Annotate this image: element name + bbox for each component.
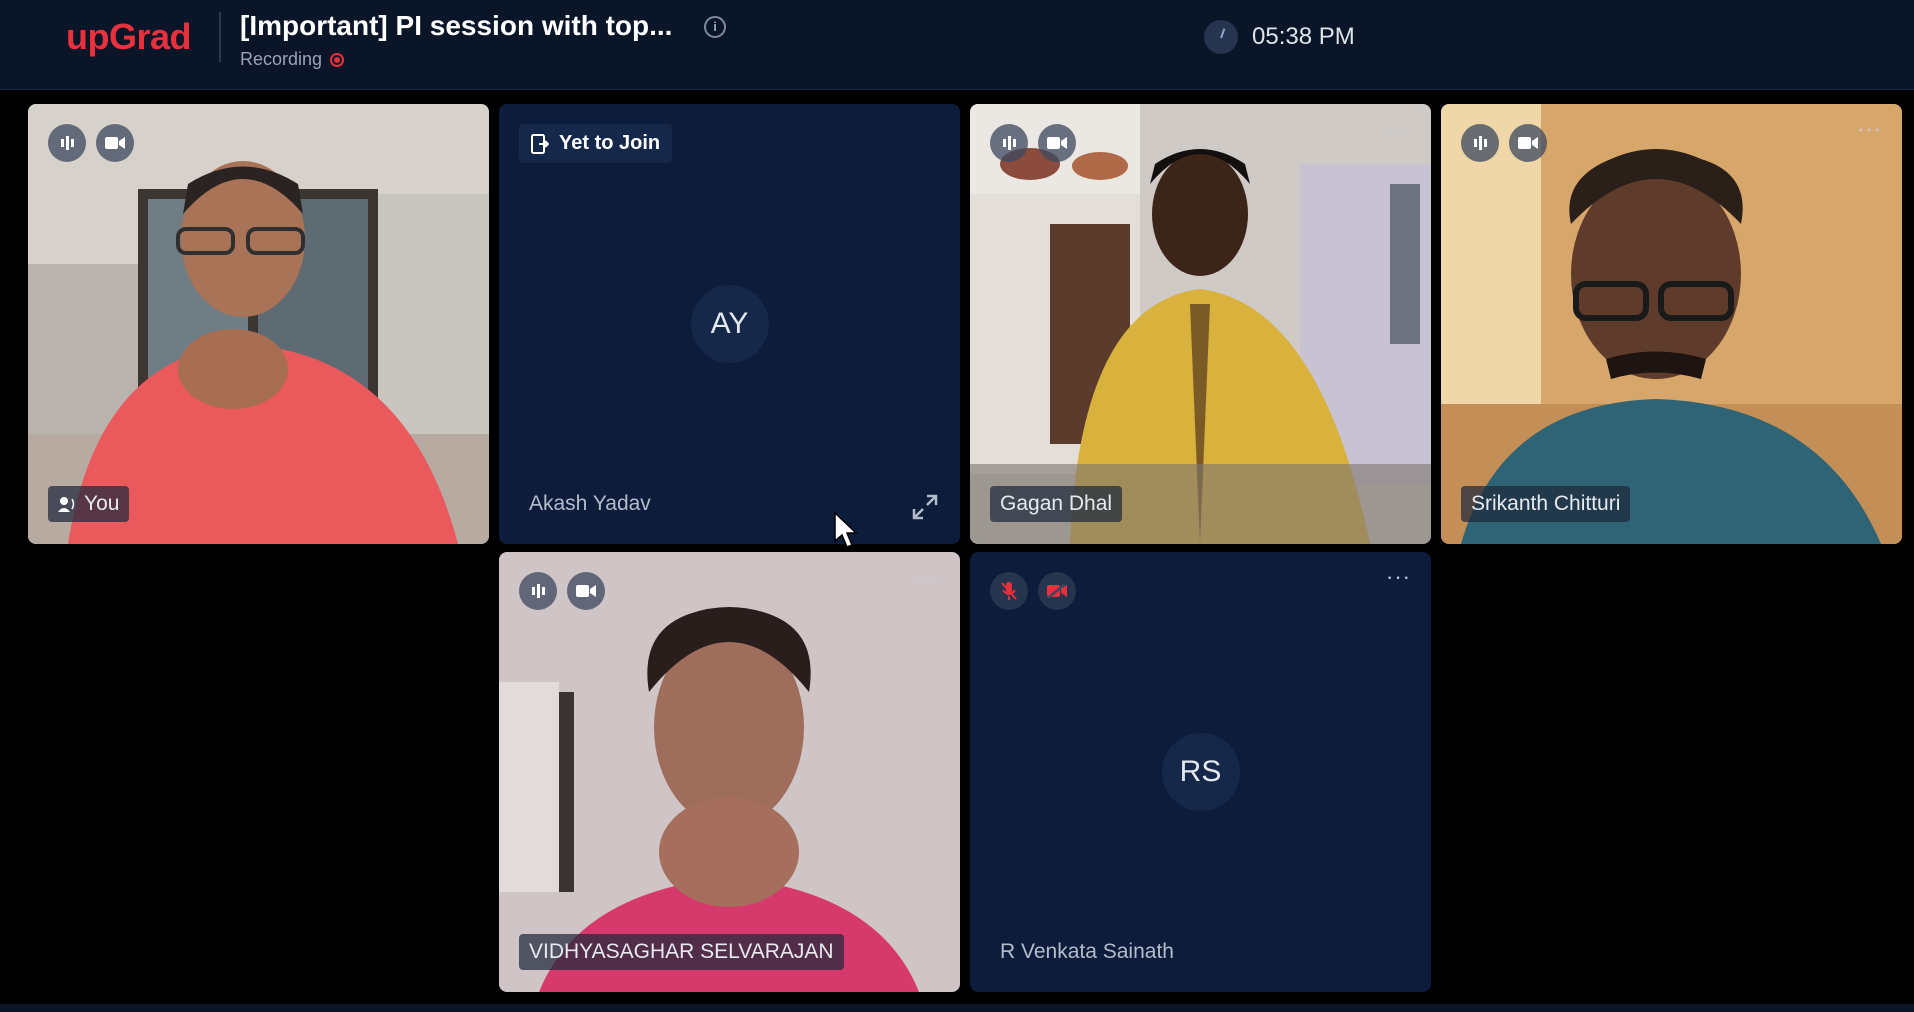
participant-video (970, 104, 1431, 544)
participant-name-tag: You (48, 486, 130, 522)
clock-icon (1204, 20, 1238, 54)
participant-tile-akash-yadav[interactable]: Yet to Join AY Akash Yadav (499, 104, 960, 544)
participant-name-tag: VIDHYASAGHAR SELVARAJAN (519, 934, 844, 970)
mic-muted-icon[interactable] (990, 572, 1028, 610)
join-door-icon (531, 133, 549, 154)
top-bar: upGrad [Important] PI session with top..… (0, 0, 1914, 90)
clock-time: 05:38 PM (1252, 23, 1355, 50)
participant-name-tag: Srikanth Chitturi (1461, 486, 1631, 522)
participant-tile-srikanth-chitturi[interactable]: ··· Srikanth Chitturi (1441, 104, 1902, 544)
participant-name: You (84, 492, 120, 515)
avatar: AY (690, 285, 769, 363)
participant-video (499, 552, 960, 992)
participant-name: VIDHYASAGHAR SELVARAJAN (529, 940, 834, 963)
audio-level-icon[interactable] (48, 124, 86, 162)
participant-tile-you[interactable]: You (28, 104, 489, 544)
yet-to-join-badge: Yet to Join (519, 124, 673, 163)
session-clock: 05:38 PM (1204, 20, 1355, 54)
camera-off-icon[interactable] (1038, 572, 1076, 610)
session-title: [Important] PI session with top... (240, 10, 673, 41)
yet-to-join-label: Yet to Join (559, 132, 661, 154)
participant-video (1441, 104, 1902, 544)
participant-name: Akash Yadav (529, 492, 651, 515)
audio-level-icon[interactable] (519, 572, 557, 610)
participant-tile-vidhyasaghar-selvarajan[interactable]: ··· VIDHYASAGHAR SELVARAJAN (499, 552, 960, 992)
bottom-bar (0, 1004, 1914, 1012)
media-controls (990, 572, 1076, 610)
media-controls (990, 124, 1076, 162)
recording-dot-icon (330, 52, 345, 67)
camera-icon[interactable] (567, 572, 605, 610)
media-controls (519, 572, 605, 610)
participant-tile-gagan-dhal[interactable]: ··· Gagan Dhal (970, 104, 1431, 544)
avatar: RS (1161, 733, 1240, 811)
more-options-icon[interactable]: ··· (1857, 118, 1882, 140)
participant-name: R Venkata Sainath (1000, 940, 1174, 963)
upgrad-logo: upGrad (66, 16, 192, 57)
media-controls (1461, 124, 1547, 162)
participant-tile-r-venkata-sainath[interactable]: ··· RS R Venkata Sainath (970, 552, 1431, 992)
media-controls (48, 124, 134, 162)
audio-level-icon[interactable] (1461, 124, 1499, 162)
more-options-icon[interactable]: ··· (915, 566, 940, 588)
participant-name: Gagan Dhal (1000, 492, 1113, 515)
participant-video (28, 104, 489, 544)
camera-icon[interactable] (1038, 124, 1076, 162)
audio-level-icon[interactable] (990, 124, 1028, 162)
participant-name-tag: Gagan Dhal (990, 486, 1123, 522)
recording-label: Recording (240, 49, 323, 69)
more-options-icon[interactable]: ··· (1386, 118, 1411, 140)
info-icon[interactable]: i (704, 16, 726, 38)
header-divider (219, 12, 221, 62)
camera-icon[interactable] (96, 124, 134, 162)
speaking-icon (58, 497, 75, 512)
more-options-icon[interactable]: ··· (1386, 566, 1411, 588)
mouse-cursor-icon (834, 511, 858, 548)
participant-name-tag: Akash Yadav (519, 486, 661, 522)
participant-name-tag: R Venkata Sainath (990, 934, 1184, 970)
expand-icon[interactable] (912, 494, 938, 520)
camera-icon[interactable] (1509, 124, 1547, 162)
participant-name: Srikanth Chitturi (1471, 492, 1621, 515)
recording-status: Recording (240, 49, 345, 70)
